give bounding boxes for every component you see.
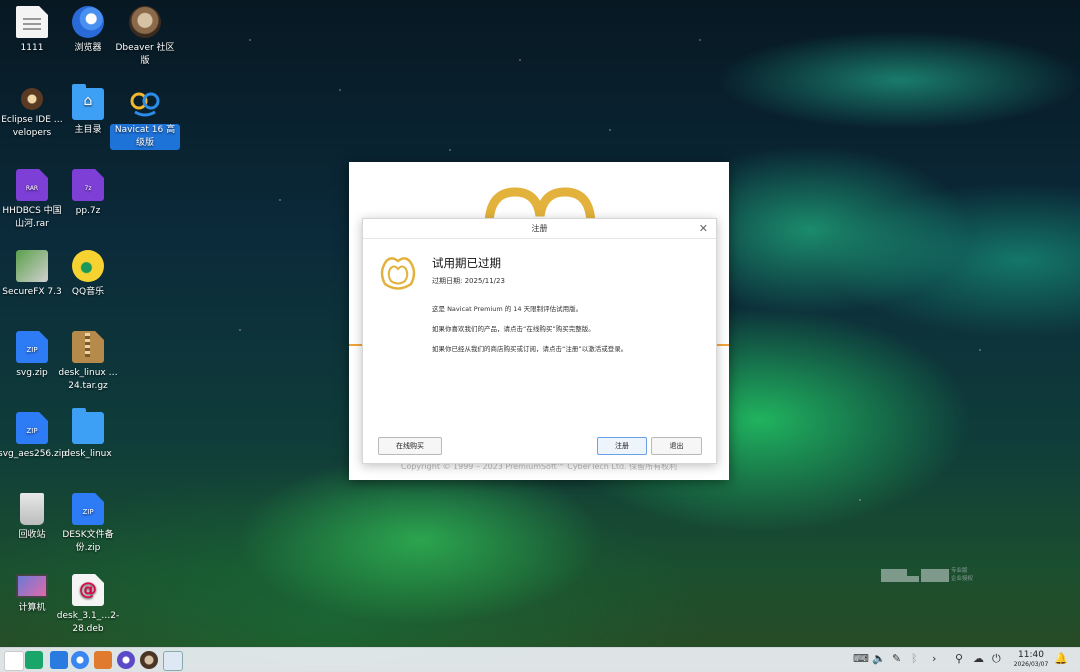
eclipse-icon: [21, 88, 43, 110]
rar-file-icon: RAR: [16, 169, 48, 201]
folder-icon: [72, 408, 104, 444]
dialog-titlebar: 注册 ✕: [363, 219, 716, 239]
navicat-taskbar-icon[interactable]: [163, 651, 183, 671]
navicat-logo-icon: [380, 257, 416, 290]
taskbar: ⌨ 🔈 ✎ ᛒ › ⚲ ☁ ⏻ 11:40 2026/03/07 🔔: [0, 647, 1080, 672]
computer-icon: [16, 574, 48, 598]
app-store-icon[interactable]: [94, 651, 112, 669]
start-menu-icon[interactable]: [4, 651, 24, 671]
debian-package-icon: @: [72, 574, 104, 606]
desktop-icon-desk-linux-folder[interactable]: desk_linux: [53, 408, 123, 461]
zip-file-icon: ZIP: [16, 331, 48, 363]
dbeaver-icon: [129, 6, 161, 38]
navicat-icon: [129, 88, 161, 120]
exit-button[interactable]: 退出: [651, 437, 702, 455]
power-icon[interactable]: ⏻: [992, 652, 1001, 666]
trial-expired-heading: 试用期已过期: [432, 256, 501, 270]
search-icon[interactable]: ⚲: [955, 652, 963, 665]
archive-file-icon: [72, 331, 104, 363]
desktop-icon-navicat[interactable]: Navicat 16 高级版: [110, 88, 180, 150]
browser-icon: [72, 6, 104, 38]
close-icon[interactable]: ✕: [699, 219, 708, 238]
edition-watermark: 专业版 企业授权: [881, 566, 991, 586]
text-file-icon: [16, 6, 48, 38]
message-line-3: 如果你已经从我们的商店购买或订阅，请点击“注册”以激活或登录。: [432, 345, 628, 353]
message-line-2: 如果你喜欢我们的产品，请点击“在线购买”购买完整版。: [432, 325, 595, 333]
notification-bell-icon[interactable]: 🔔: [1054, 652, 1068, 665]
browser-taskbar-icon[interactable]: [71, 651, 89, 669]
securefx-icon: [16, 250, 48, 282]
terminal-icon[interactable]: [25, 651, 43, 669]
buy-online-button[interactable]: 在线购买: [378, 437, 442, 455]
expand-tray-icon[interactable]: ›: [932, 652, 936, 665]
desktop-icon-pp7z[interactable]: 7z pp.7z: [53, 169, 123, 218]
registration-dialog: 注册 ✕ 试用期已过期 过期日期: 2025/11/23 这是 Navicat …: [362, 218, 717, 464]
pen-icon[interactable]: ✎: [892, 652, 901, 665]
file-manager-icon[interactable]: [50, 651, 68, 669]
desktop-icon-qqmusic[interactable]: QQ音乐: [53, 250, 123, 299]
desktop-icon-deb[interactable]: @ desk_3.1_…2-28.deb: [53, 574, 123, 636]
bluetooth-icon[interactable]: ᛒ: [911, 652, 918, 665]
home-folder-icon: ⌂: [72, 84, 104, 120]
desktop-icon-dbeaver[interactable]: Dbeaver 社区版: [110, 6, 180, 68]
qqmusic-icon: [72, 250, 104, 282]
expiry-date: 过期日期: 2025/11/23: [432, 277, 505, 285]
divider-right: [715, 344, 729, 346]
zip-file-icon: ZIP: [72, 493, 104, 525]
dbeaver-taskbar-icon[interactable]: [140, 651, 158, 669]
7z-file-icon: 7z: [72, 169, 104, 201]
clock[interactable]: 11:40 2026/03/07: [1012, 650, 1050, 669]
zip-file-icon: ZIP: [16, 412, 48, 444]
desktop-icon-desk-backup-zip[interactable]: ZIP DESK文件备份.zip: [53, 493, 123, 555]
dialog-title: 注册: [531, 224, 548, 233]
volume-icon[interactable]: 🔈: [872, 652, 886, 665]
settings-icon[interactable]: [117, 651, 135, 669]
network-icon[interactable]: ☁: [973, 652, 984, 665]
message-line-1: 这是 Navicat Premium 的 14 天限制评估试用版。: [432, 305, 583, 313]
desktop-icon-desk-linux-tar[interactable]: desk_linux …24.tar.gz: [53, 331, 123, 393]
keyboard-icon[interactable]: ⌨: [853, 652, 869, 665]
trash-icon: [20, 493, 44, 525]
divider-left: [349, 344, 363, 346]
register-button[interactable]: 注册: [597, 437, 647, 455]
